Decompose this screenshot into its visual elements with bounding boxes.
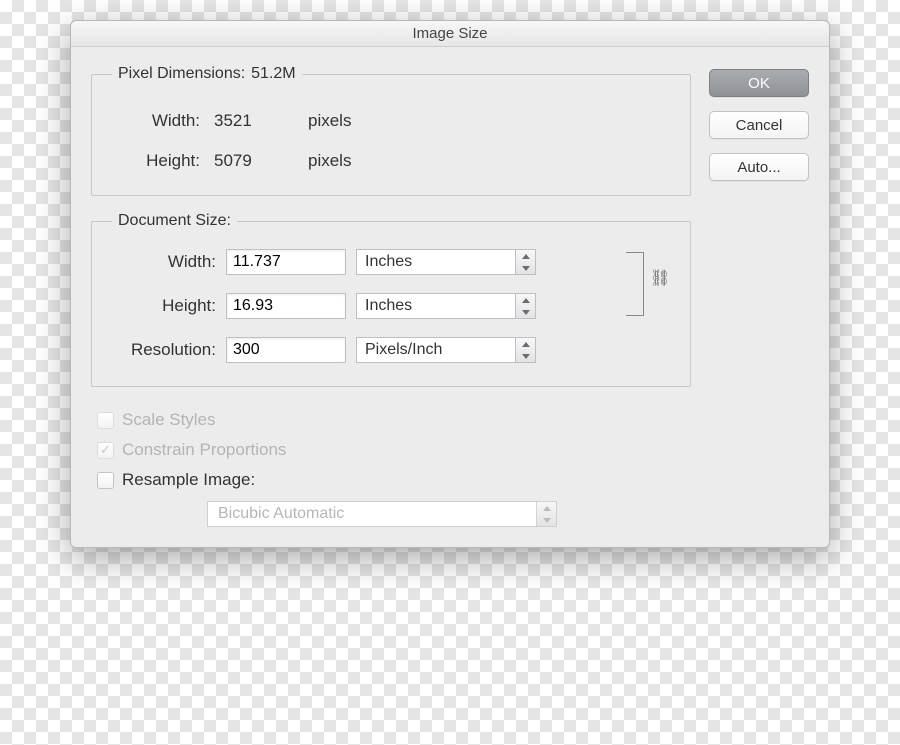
window-title: Image Size [412,25,487,42]
doc-resolution-unit-value: Pixels/Inch [365,341,442,359]
pixel-dimensions-label: Pixel Dimensions: [118,65,245,83]
chain-link-icon[interactable]: ⛓ [650,268,670,288]
doc-resolution-unit-select[interactable]: Pixels/Inch [356,337,536,363]
titlebar[interactable]: Image Size [71,21,829,47]
pixel-height-label: Height: [130,151,200,171]
doc-width-unit-value: Inches [365,253,412,271]
pixel-width-row: Width: 3521 pixels [130,101,676,141]
doc-height-label: Height: [106,296,216,316]
left-column: Pixel Dimensions: 51.2M Width: 3521 pixe… [91,65,691,527]
doc-width-label: Width: [106,252,216,272]
pixel-width-label: Width: [130,111,200,131]
auto-button-label: Auto... [737,159,780,176]
resample-image-label: Resample Image: [122,470,255,490]
stepper-icon [515,338,535,362]
doc-resolution-row: Resolution: Pixels/Inch [106,328,620,372]
ok-button[interactable]: OK [709,69,809,97]
constrain-proportions-checkbox: ✓ [97,442,114,459]
pixel-height-unit: pixels [308,151,351,171]
cancel-button[interactable]: Cancel [709,111,809,139]
pixel-width-value: 3521 [214,111,294,131]
pixel-height-row: Height: 5079 pixels [130,141,676,181]
image-size-dialog: Image Size Pixel Dimensions: 51.2M Width… [70,20,830,548]
cancel-button-label: Cancel [736,117,783,134]
stepper-icon [536,502,556,526]
pixel-dimensions-group: Pixel Dimensions: 51.2M Width: 3521 pixe… [91,65,691,196]
constrain-proportions-label: Constrain Proportions [122,440,286,460]
document-size-group: Document Size: Width: Inches Height [91,212,691,387]
pixel-height-value: 5079 [214,151,294,171]
doc-height-input[interactable] [226,293,346,319]
doc-height-row: Height: Inches [106,284,620,328]
link-column: ⛓ [620,240,676,372]
doc-width-unit-select[interactable]: Inches [356,249,536,275]
stepper-icon [515,294,535,318]
doc-width-row: Width: Inches [106,240,620,284]
pixel-dimensions-total: 51.2M [251,65,295,83]
doc-height-unit-select[interactable]: Inches [356,293,536,319]
options-group: Scale Styles ✓ Constrain Proportions Res… [91,403,691,527]
ok-button-label: OK [748,75,770,92]
resample-image-checkbox[interactable] [97,472,114,489]
right-column: OK Cancel Auto... [709,65,809,527]
link-bracket-icon [626,252,644,316]
scale-styles-row: Scale Styles [97,405,691,435]
scale-styles-checkbox [97,412,114,429]
document-size-legend: Document Size: [112,212,237,230]
resample-method-select: Bicubic Automatic [207,501,557,527]
doc-height-unit-value: Inches [365,297,412,315]
stepper-icon [515,250,535,274]
constrain-proportions-row: ✓ Constrain Proportions [97,435,691,465]
resample-method-value: Bicubic Automatic [218,505,344,523]
pixel-dimensions-legend: Pixel Dimensions: 51.2M [112,65,302,83]
resample-image-row[interactable]: Resample Image: [97,465,691,495]
doc-resolution-label: Resolution: [106,340,216,360]
pixel-width-unit: pixels [308,111,351,131]
auto-button[interactable]: Auto... [709,153,809,181]
scale-styles-label: Scale Styles [122,410,216,430]
doc-width-input[interactable] [226,249,346,275]
dialog-content: Pixel Dimensions: 51.2M Width: 3521 pixe… [71,47,829,547]
doc-resolution-input[interactable] [226,337,346,363]
